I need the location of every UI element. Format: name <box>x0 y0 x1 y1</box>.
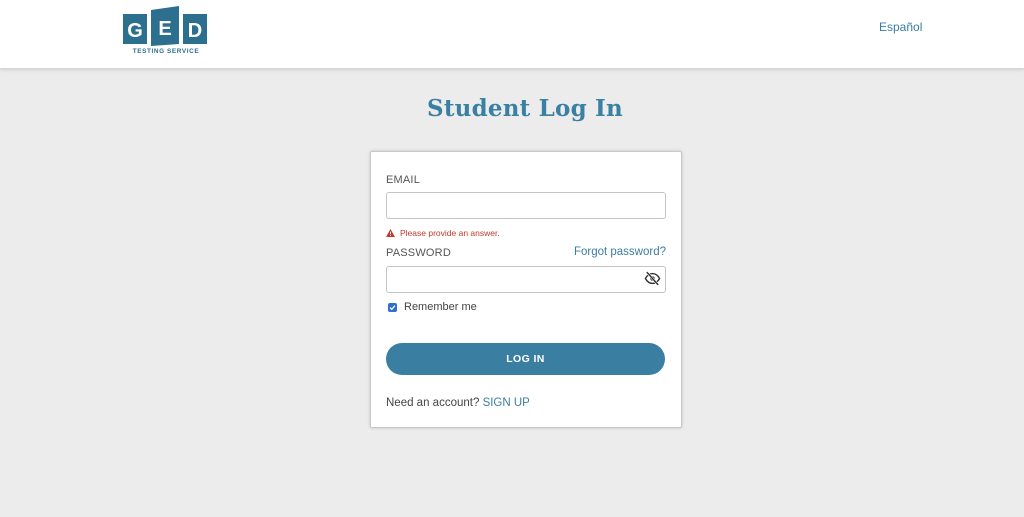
email-field[interactable] <box>386 192 666 219</box>
ged-logo[interactable]: G E D TESTING SERVICE <box>121 6 213 56</box>
logo-tagline: TESTING SERVICE <box>133 48 200 55</box>
logo-letter-g: G <box>127 20 143 42</box>
checkmark-icon <box>389 304 396 310</box>
signup-row: Need an account? SIGN UP <box>386 397 530 409</box>
email-error-text: Please provide an answer. <box>400 228 500 238</box>
forgot-password-link[interactable]: Forgot password? <box>574 246 666 258</box>
password-label: PASSWORD <box>386 247 451 259</box>
email-label: EMAIL <box>386 174 421 186</box>
warning-icon <box>386 229 395 237</box>
password-field[interactable] <box>386 266 666 293</box>
login-card: EMAIL Please provide an answer. PASSWORD… <box>370 151 682 428</box>
eye-slash-icon[interactable] <box>644 270 661 287</box>
site-header: G E D TESTING SERVICE Español <box>0 0 1024 69</box>
signup-link[interactable]: SIGN UP <box>483 397 530 409</box>
remember-me-label: Remember me <box>404 301 477 313</box>
language-link-espanol[interactable]: Español <box>879 20 922 34</box>
remember-me-row: Remember me <box>388 301 477 313</box>
login-button[interactable]: LOG IN <box>386 343 665 375</box>
email-error-message: Please provide an answer. <box>386 228 500 238</box>
logo-letter-d: D <box>188 20 202 42</box>
page-title: Student Log In <box>427 95 623 122</box>
signup-prompt: Need an account? <box>386 397 480 409</box>
remember-me-checkbox[interactable] <box>388 302 397 312</box>
logo-letter-e: E <box>158 18 171 40</box>
